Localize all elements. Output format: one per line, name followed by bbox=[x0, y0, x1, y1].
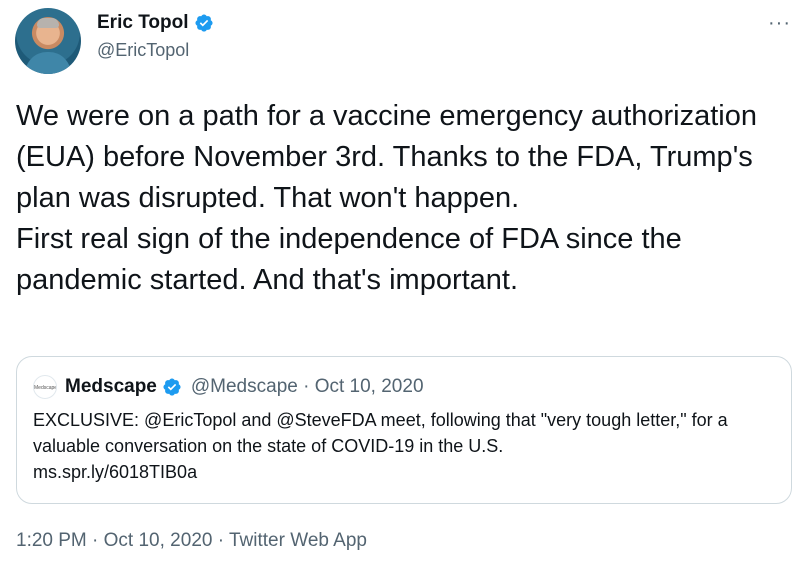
tweet-paragraph-1: We were on a path for a vaccine emergenc… bbox=[16, 100, 757, 214]
author-name-row: Eric Topol bbox=[97, 12, 214, 34]
tweet-source[interactable]: Twitter Web App bbox=[229, 530, 367, 551]
quoted-handle-date: @Medscape · Oct 10, 2020 bbox=[190, 376, 424, 397]
quoted-tweet-link[interactable]: ms.spr.ly/6018TIB0a bbox=[33, 459, 778, 485]
tweet-date[interactable]: Oct 10, 2020 bbox=[104, 530, 213, 551]
quoted-tweet-body: EXCLUSIVE: @EricTopol and @SteveFDA meet… bbox=[33, 410, 728, 456]
author-handle[interactable]: @EricTopol bbox=[97, 40, 189, 61]
tweet-paragraph-2: First real sign of the independence of F… bbox=[16, 223, 682, 296]
footer-separator-2: · bbox=[212, 530, 229, 551]
tweet-time[interactable]: 1:20 PM bbox=[16, 530, 87, 551]
footer-separator-1: · bbox=[86, 530, 104, 551]
quoted-tweet-text: EXCLUSIVE: @EricTopol and @SteveFDA meet… bbox=[33, 407, 778, 485]
more-options-icon[interactable]: ··· bbox=[768, 12, 791, 35]
quoted-verified-badge-icon bbox=[162, 377, 182, 397]
avatar-hair bbox=[37, 18, 59, 28]
quoted-tweet-card[interactable]: Medscape Medscape @Medscape · Oct 10, 20… bbox=[16, 356, 792, 504]
tweet-footer: 1:20 PM · Oct 10, 2020 · Twitter Web App bbox=[16, 530, 367, 552]
verified-badge-icon bbox=[194, 13, 214, 33]
quoted-tweet-header: Medscape Medscape @Medscape · Oct 10, 20… bbox=[33, 375, 424, 399]
quoted-author-name: Medscape bbox=[65, 376, 157, 397]
medscape-logo-avatar: Medscape bbox=[33, 375, 57, 399]
author-avatar[interactable] bbox=[15, 8, 81, 74]
avatar-shirt bbox=[25, 52, 71, 74]
author-name[interactable]: Eric Topol bbox=[97, 12, 188, 34]
tweet-text: We were on a path for a vaccine emergenc… bbox=[16, 96, 796, 301]
